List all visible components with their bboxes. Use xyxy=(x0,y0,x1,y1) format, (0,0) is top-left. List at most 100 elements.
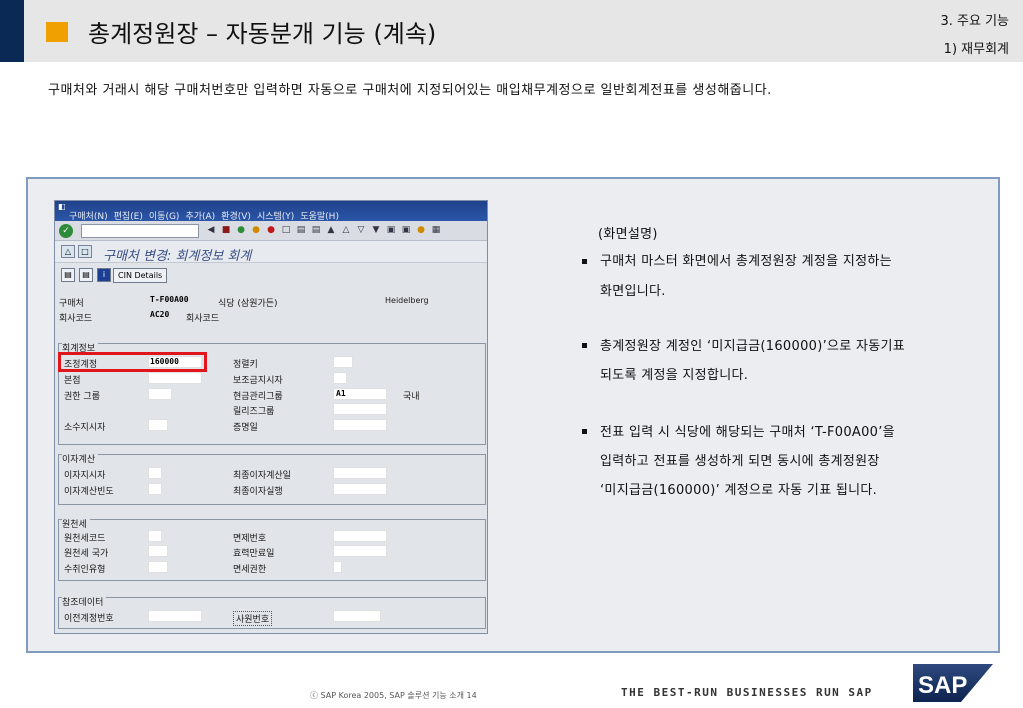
back-icon[interactable]: ● xyxy=(235,224,247,237)
company-code-text: 회사코드 xyxy=(186,314,220,324)
last-interest-run-label: 최종이자실행 xyxy=(233,487,283,497)
last-interest-run-field[interactable] xyxy=(333,483,387,495)
subsidy-field[interactable] xyxy=(333,372,347,384)
page-title: 총계정원장 – 자동분개 기능 (계속) xyxy=(88,20,437,48)
bullet-2-line-1: 총계정원장 계정인 ‘미지급금(160000)’으로 자동기표 xyxy=(600,339,906,354)
bullet-3-line-2: 입력하고 전표를 생성하게 되면 동시에 총계정원장 xyxy=(600,454,880,469)
layout-icon[interactable]: ▦ xyxy=(430,224,442,237)
release-group-label: 릴리즈그룹 xyxy=(233,407,275,417)
exemption-authority-field[interactable] xyxy=(333,561,342,573)
head-office-label: 본점 xyxy=(64,376,81,386)
vendor-label: 구매처 xyxy=(59,299,84,309)
last-interest-calc-label: 최종이자계산일 xyxy=(233,471,291,481)
find-icon[interactable]: ▤ xyxy=(295,224,307,237)
bullet-3-marker xyxy=(582,429,587,434)
bullet-2-line-2: 되도록 계정을 지정합니다. xyxy=(600,368,749,383)
wht-code-field[interactable] xyxy=(148,530,162,542)
first-page-icon[interactable]: ▲ xyxy=(325,224,337,237)
header-accent-square xyxy=(46,22,68,42)
bullet-1-line-1: 구매처 마스터 화면에서 총계정원장 계정을 지정하는 xyxy=(600,254,892,269)
cash-mgmt-value: A1 xyxy=(336,389,346,398)
exemption-authority-label: 면세권한 xyxy=(233,565,267,575)
bullet-3-line-3: ‘미지급금(160000)’ 계정으로 자동 기표 됩니다. xyxy=(600,483,878,498)
sap-window-icon: ◧ xyxy=(58,202,66,211)
header-navy-strip xyxy=(0,0,24,62)
certificate-label: 증명일 xyxy=(233,423,258,433)
screen-title: 구매처 변경: 회계정보 회계 xyxy=(103,249,252,264)
minority-label: 소수지시자 xyxy=(64,423,106,433)
cancel-icon[interactable]: ● xyxy=(265,224,277,237)
new-session-icon[interactable]: ▣ xyxy=(385,224,397,237)
company-code-label: 회사코드 xyxy=(59,314,93,324)
subsection-label: 1) 재무회계 xyxy=(943,42,1009,57)
sap-titlebar: △ □ 구매처 변경: 회계정보 회계 xyxy=(55,241,487,264)
back-arrow-icon[interactable]: ◀ xyxy=(205,224,217,237)
cin-details-button[interactable]: CIN Details xyxy=(113,268,168,283)
exit-icon[interactable]: ● xyxy=(250,224,262,237)
intro-text: 구매처와 거래시 해당 구매처번호만 입력하면 자동으로 구매처에 지정되어있는… xyxy=(48,83,772,98)
wht-country-label: 원천세 국가 xyxy=(64,549,109,559)
personnel-number-label[interactable]: 사원번호 xyxy=(233,611,273,626)
save-icon[interactable]: ■ xyxy=(220,224,232,237)
wht-country-field[interactable] xyxy=(148,545,168,557)
interest-indicator-field[interactable] xyxy=(148,467,162,479)
valid-until-field[interactable] xyxy=(333,545,387,557)
bullet-3-line-1: 전표 입력 시 식당에 해당되는 구매처 ‘T-F00A00’을 xyxy=(600,425,895,440)
footer-slogan: THE BEST-RUN BUSINESSES RUN SAP xyxy=(621,686,873,699)
recon-account-highlight xyxy=(58,352,207,372)
cash-mgmt-text: 국내 xyxy=(403,392,420,402)
interest-frequency-label: 이자계산빈도 xyxy=(64,487,114,497)
command-field[interactable] xyxy=(81,224,199,238)
head-office-field[interactable] xyxy=(148,372,202,384)
explanation-heading: (화면설명) xyxy=(598,227,658,242)
next-page-icon[interactable]: ▽ xyxy=(355,224,367,237)
company-code-value: AC20 xyxy=(148,310,172,319)
bullet-1-line-2: 화면입니다. xyxy=(600,284,666,299)
subsidy-label: 보조금지시자 xyxy=(233,376,283,386)
sort-key-field[interactable] xyxy=(333,356,353,368)
other-vendor-icon[interactable]: △ xyxy=(61,245,75,258)
sap-toolbar: ✓ ◀ ■ ● ● ● □ ▤ ▤ ▲ △ ▽ ▼ ▣ ▣ ● ▦ xyxy=(55,221,487,241)
address-icon[interactable]: ▤ xyxy=(61,268,75,282)
prev-account-field[interactable] xyxy=(148,610,202,622)
vendor-name: 식당 (삼원가든) xyxy=(218,299,278,309)
release-group-field[interactable] xyxy=(333,403,387,415)
sort-key-label: 정렬키 xyxy=(233,360,258,370)
exemption-number-label: 면제번호 xyxy=(233,534,267,544)
enter-check-icon[interactable]: ✓ xyxy=(59,224,73,238)
reference-title: 참조데이터 xyxy=(62,595,107,608)
help-icon[interactable]: ● xyxy=(415,224,427,237)
interest-title: 이자계산 xyxy=(62,452,99,465)
sap-logo: SAP xyxy=(913,664,993,702)
document-icon[interactable]: ▤ xyxy=(79,268,93,282)
valid-until-label: 효력만료일 xyxy=(233,549,275,559)
find-next-icon[interactable]: ▤ xyxy=(310,224,322,237)
info-icon[interactable]: i xyxy=(97,268,111,282)
shortcut-icon[interactable]: ▣ xyxy=(400,224,412,237)
display-change-icon[interactable]: □ xyxy=(78,245,92,258)
recipient-type-label: 수취인유형 xyxy=(64,565,106,575)
last-page-icon[interactable]: ▼ xyxy=(370,224,382,237)
personnel-number-field[interactable] xyxy=(333,610,381,622)
footer-copyright: ⓒ SAP Korea 2005, SAP 솔루션 기능 소개 14 xyxy=(310,691,477,700)
interest-frequency-field[interactable] xyxy=(148,483,162,495)
bullet-2-marker xyxy=(582,343,587,348)
exemption-number-field[interactable] xyxy=(333,530,387,542)
withholding-title: 원천세 xyxy=(62,517,90,530)
wht-code-label: 원천세코드 xyxy=(64,534,106,544)
print-icon[interactable]: □ xyxy=(280,224,292,237)
slide: 총계정원장 – 자동분개 기능 (계속) 3. 주요 기능 1) 재무회계 구매… xyxy=(0,0,1023,708)
sap-menubar: ◧ 구매처(N) 편집(E) 이동(G) 추가(A) 환경(V) 시스템(Y) … xyxy=(55,201,487,222)
auth-group-field[interactable] xyxy=(148,388,172,400)
section-label: 3. 주요 기능 xyxy=(940,14,1009,29)
vendor-city: Heidelberg xyxy=(385,296,429,305)
vendor-value: T-F00A00 xyxy=(148,295,191,304)
certificate-field[interactable] xyxy=(333,419,387,431)
last-interest-calc-field[interactable] xyxy=(333,467,387,479)
prev-account-label: 이전계정번호 xyxy=(64,614,114,624)
minority-field[interactable] xyxy=(148,419,168,431)
application-toolbar: ▤ ▤ i CIN Details xyxy=(55,264,487,286)
sap-window: ◧ 구매처(N) 편집(E) 이동(G) 추가(A) 환경(V) 시스템(Y) … xyxy=(54,200,488,634)
prev-page-icon[interactable]: △ xyxy=(340,224,352,237)
recipient-type-field[interactable] xyxy=(148,561,168,573)
